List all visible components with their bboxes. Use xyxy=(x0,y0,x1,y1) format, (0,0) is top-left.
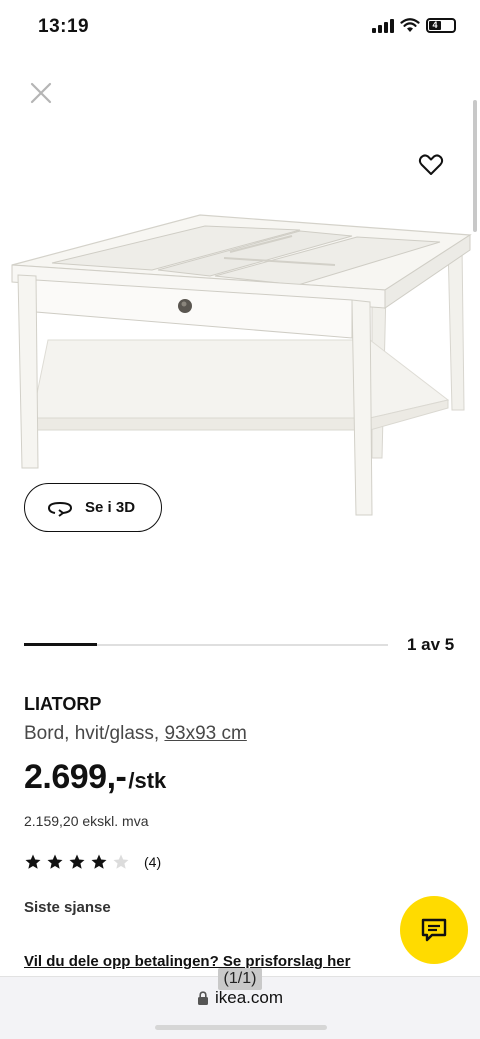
status-icons: 4 xyxy=(372,18,456,33)
price-amount: 2.699,- xyxy=(24,758,127,796)
chat-icon xyxy=(421,918,447,942)
lock-icon xyxy=(197,991,208,1005)
product-name: LIATORP xyxy=(24,694,102,714)
availability-label: Siste sjanse xyxy=(24,899,111,916)
price-excl-vat: 2.159,20 ekskl. mva xyxy=(24,813,149,829)
favorite-button[interactable] xyxy=(417,151,445,179)
close-icon xyxy=(30,82,52,104)
product-dimensions-link[interactable]: 93x93 cm xyxy=(164,723,246,744)
status-bar: 13:19 4 xyxy=(0,0,480,56)
rating-stars xyxy=(24,853,130,871)
gallery-progress xyxy=(24,643,388,646)
product-description: Bord, hvit/glass, 93x93 cm xyxy=(24,723,247,745)
price-unit: /stk xyxy=(128,768,167,793)
wifi-icon xyxy=(400,18,420,32)
home-indicator xyxy=(155,1025,327,1030)
rotate-3d-icon xyxy=(47,501,73,517)
star-filled-icon xyxy=(47,854,63,869)
battery-icon: 4 xyxy=(426,18,456,33)
star-filled-icon xyxy=(69,854,85,869)
product-rating[interactable]: (4) xyxy=(24,853,161,871)
url-text: ikea.com xyxy=(214,988,284,1007)
star-filled-icon xyxy=(91,854,107,869)
address-display[interactable]: ikea.com xyxy=(0,988,480,1008)
view-in-3d-button[interactable]: Se i 3D xyxy=(24,483,162,532)
payment-plan-link[interactable]: Vil du dele opp betalingen? Se prisforsl… xyxy=(24,953,350,970)
battery-level: 4 xyxy=(429,21,441,30)
heart-icon xyxy=(418,154,444,175)
star-empty-icon xyxy=(113,854,129,869)
product-price: 2.699,- /stk xyxy=(24,758,166,797)
tab-counter: (1/1) xyxy=(218,968,262,990)
cellular-signal-icon xyxy=(372,18,394,33)
status-time: 13:19 xyxy=(38,16,90,37)
product-description-text: Bord, hvit/glass, xyxy=(24,723,165,744)
view-in-3d-label: Se i 3D xyxy=(85,499,136,516)
product-image[interactable] xyxy=(0,190,480,530)
rating-count: (4) xyxy=(144,854,162,870)
gallery-pager: 1 av 5 xyxy=(407,635,455,654)
close-button[interactable] xyxy=(28,80,54,106)
chat-button[interactable] xyxy=(400,896,468,964)
gallery-progress-fill xyxy=(24,643,97,646)
star-filled-icon xyxy=(25,854,41,869)
